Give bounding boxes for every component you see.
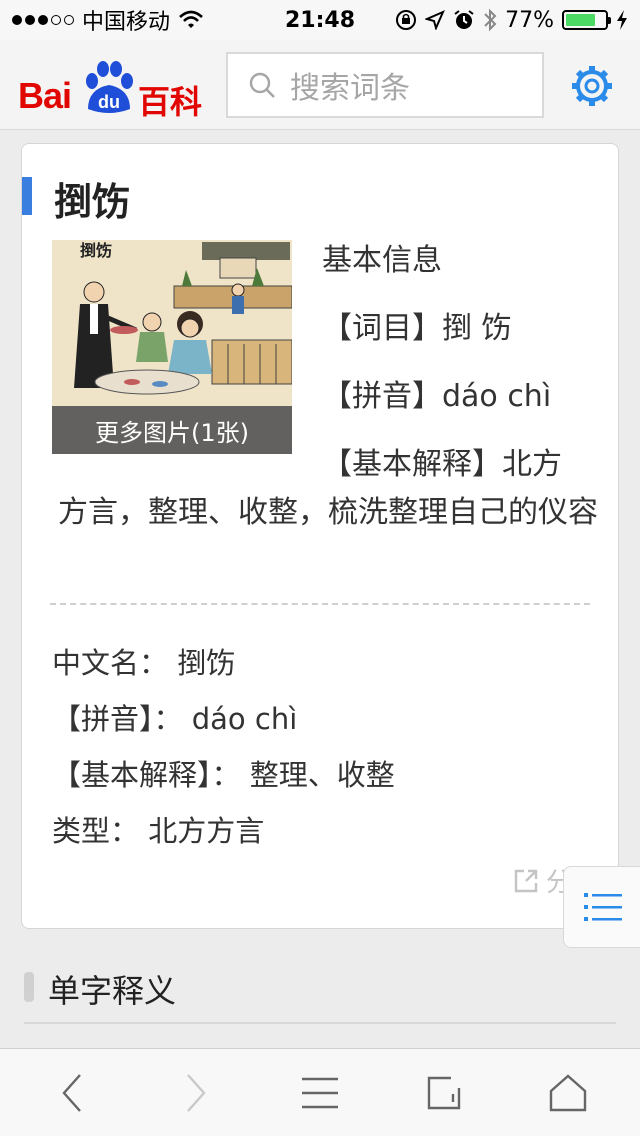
property-value: 北方方言 xyxy=(148,814,265,848)
info-line-cimu: 【词目】捯 饬 xyxy=(322,311,512,346)
property-label: 【拼音】 xyxy=(52,702,154,736)
property-basic-meaning: 【基本解释】： 整理、收整 xyxy=(52,758,395,792)
title-accent-bar xyxy=(22,177,32,215)
search-input[interactable]: 搜索词条 xyxy=(226,52,544,118)
baidu-baike-logo[interactable]: Bai du 百科 xyxy=(18,53,206,121)
charging-icon xyxy=(617,10,627,30)
search-placeholder: 搜索词条 xyxy=(290,71,410,106)
carrier-name: 中国移动 xyxy=(82,10,171,35)
status-bar: 中国移动 21:48 77% xyxy=(0,0,640,40)
battery-percent: 77% xyxy=(505,7,554,33)
menu-icon xyxy=(302,1077,338,1109)
basic-info-heading: 基本信息 xyxy=(322,243,442,278)
description-continued: 方言，整理、收整，梳洗整理自己的仪容 xyxy=(58,495,598,530)
dashed-divider xyxy=(50,603,590,605)
property-value: 捯饬 xyxy=(177,646,236,680)
browser-toolbar xyxy=(0,1048,640,1136)
property-label: 类型 xyxy=(52,814,111,848)
menu-button[interactable] xyxy=(296,1069,344,1117)
share-icon xyxy=(514,869,538,892)
tabs-icon xyxy=(427,1076,461,1110)
home-button[interactable] xyxy=(544,1069,592,1117)
back-icon xyxy=(62,1074,81,1112)
location-icon xyxy=(425,10,446,30)
bluetooth-icon xyxy=(484,8,497,32)
table-of-contents-button[interactable] xyxy=(563,866,640,948)
gear-icon[interactable] xyxy=(568,62,616,110)
forward-button[interactable] xyxy=(172,1069,220,1117)
tabs-button[interactable] xyxy=(420,1069,468,1117)
list-icon xyxy=(584,893,622,921)
battery-icon xyxy=(562,10,611,30)
property-type: 类型： 北方方言 xyxy=(52,814,265,848)
section-divider xyxy=(24,1022,616,1024)
search-icon xyxy=(249,72,275,98)
alarm-icon xyxy=(454,10,474,29)
property-value: dáo chì xyxy=(191,702,298,736)
more-images-link[interactable]: 更多图片(1张) xyxy=(52,406,292,454)
back-button[interactable] xyxy=(48,1069,96,1117)
property-pinyin: 【拼音】： dáo chì xyxy=(52,702,298,736)
section-title-single-char: 单字释义 xyxy=(48,972,177,1010)
section-accent-bar xyxy=(24,972,34,1002)
battery-fill xyxy=(566,14,596,26)
entry-card: 捯饬 捯饬 更多图片(1张) 基本信息 【词目】捯 饬 【拼音】dáo chì … xyxy=(21,143,619,929)
status-left: 中国移动 xyxy=(12,4,204,36)
logo-baike: 百科 xyxy=(138,82,203,121)
signal-strength-icon xyxy=(12,15,74,25)
status-time: 21:48 xyxy=(284,7,356,33)
illustration-label: 捯饬 xyxy=(80,241,112,260)
info-line-pinyin: 【拼音】dáo chì xyxy=(322,379,552,414)
property-value: 整理、收整 xyxy=(249,758,395,792)
property-label: 中文名 xyxy=(52,646,140,680)
info-line-jieshi: 【基本解释】北方 xyxy=(322,447,562,482)
wifi-icon xyxy=(179,10,203,28)
logo-du: du xyxy=(98,92,120,112)
forward-icon xyxy=(187,1074,206,1112)
orientation-lock-icon xyxy=(396,10,417,30)
entry-title: 捯饬 xyxy=(54,180,131,224)
header: Bai du 百科 搜索词条 xyxy=(0,40,640,130)
property-chinese-name: 中文名： 捯饬 xyxy=(52,646,236,680)
status-right: 77% xyxy=(395,8,628,33)
paw-icon: du xyxy=(86,60,133,113)
home-icon xyxy=(549,1074,587,1112)
logo-bai: Bai xyxy=(18,74,72,116)
property-label: 【基本解释】 xyxy=(52,758,212,792)
entry-image[interactable]: 捯饬 更多图片(1张) xyxy=(52,240,292,454)
